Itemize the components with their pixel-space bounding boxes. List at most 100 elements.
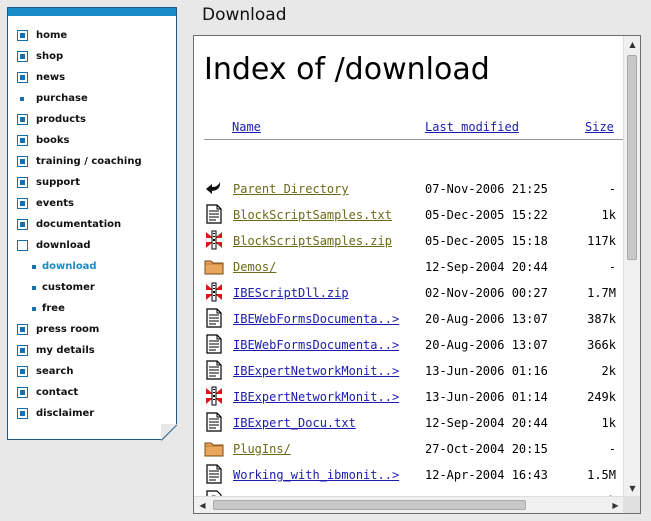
- bullet-box-icon: [17, 408, 28, 419]
- file-link[interactable]: IBEWebFormsDocumenta..>: [233, 312, 399, 326]
- nav-item-press-room[interactable]: press room: [17, 319, 142, 340]
- nav-item-label: press room: [36, 324, 100, 335]
- nav-item-label: products: [36, 114, 86, 125]
- nav-item-label: documentation: [36, 219, 122, 230]
- archive-icon: [204, 386, 224, 406]
- file-link[interactable]: BlockScriptSamples.zip: [233, 234, 392, 248]
- table-row: BlockScriptSamples.txt 05-Dec-2005 15:22 1…: [194, 201, 624, 227]
- text-file-icon: [204, 204, 224, 224]
- file-size: 366k: [587, 338, 616, 352]
- file-link[interactable]: Parent Directory: [233, 182, 349, 196]
- nav-item-free-sub[interactable]: free: [17, 298, 142, 319]
- file-date: 07-Nov-2006 21:25: [425, 182, 548, 196]
- nav-item-download-sub[interactable]: download: [17, 256, 142, 277]
- text-file-icon: [204, 360, 224, 380]
- sort-by-name-link[interactable]: Name: [232, 120, 261, 134]
- sort-by-size-link[interactable]: Size: [585, 120, 614, 134]
- file-link[interactable]: IBEWebFormsDocumenta..>: [233, 338, 399, 352]
- nav-item-label: disclaimer: [36, 408, 95, 419]
- nav-item-customer-sub[interactable]: customer: [17, 277, 142, 298]
- file-link[interactable]: Demos/: [233, 260, 276, 274]
- file-link[interactable]: IBExpert_Docu.txt: [233, 416, 356, 430]
- nav-item-home[interactable]: home: [17, 25, 142, 46]
- nav-item-purchase[interactable]: purchase: [17, 88, 142, 109]
- file-size: -: [608, 442, 616, 456]
- horizontal-scroll-thumb[interactable]: [213, 500, 526, 510]
- nav-item-my-details[interactable]: my details: [17, 340, 142, 361]
- scroll-up-arrow-icon[interactable]: ▲: [624, 36, 640, 53]
- file-date: 05-Dec-2005 15:18: [425, 234, 548, 248]
- nav-item-documentation[interactable]: documentation: [17, 214, 142, 235]
- archive-icon: [204, 282, 224, 302]
- scroll-right-arrow-icon[interactable]: ▶: [607, 497, 624, 513]
- nav-item-label: support: [36, 177, 80, 188]
- bullet-box-icon: [17, 198, 28, 209]
- text-file-icon: [204, 464, 224, 484]
- table-row: IBExpertNetworkMonit..> 13-Jun-2006 01:16…: [194, 357, 624, 383]
- file-link[interactable]: IBExpertNetworkMonit..>: [233, 390, 399, 404]
- file-size: 1.5M: [587, 468, 616, 482]
- scrollbar-corner: [623, 496, 640, 513]
- file-size: 2k: [601, 364, 616, 378]
- file-link[interactable]: Working_with_ibmonit..>: [233, 468, 399, 482]
- bullet-box-icon: [17, 135, 28, 146]
- file-size: -: [608, 182, 616, 196]
- bullet-dot-icon: [32, 285, 36, 290]
- file-date: 13-Jun-2006 01:14: [425, 390, 548, 404]
- archive-icon: [204, 230, 224, 250]
- file-link[interactable]: IBEScriptDll.zip: [233, 286, 349, 300]
- file-size: 1.7M: [587, 286, 616, 300]
- nav-item-support[interactable]: support: [17, 172, 142, 193]
- text-file-icon: [204, 412, 224, 432]
- nav-item-shop[interactable]: shop: [17, 46, 142, 67]
- folder-icon: [204, 438, 224, 458]
- nav-item-training-coaching[interactable]: training / coaching: [17, 151, 142, 172]
- bullet-box-icon: [17, 219, 28, 230]
- nav-item-label: search: [36, 366, 74, 377]
- file-size: 117k: [587, 234, 616, 248]
- nav-item-label: home: [36, 30, 68, 41]
- bullet-box-icon: [17, 30, 28, 41]
- nav-item-search[interactable]: search: [17, 361, 142, 382]
- nav-item-contact[interactable]: contact: [17, 382, 142, 403]
- table-row: Working_with_ibmonit..> 12-Apr-2004 16:43…: [194, 461, 624, 487]
- file-link[interactable]: PlugIns/: [233, 442, 291, 456]
- vertical-scroll-thumb[interactable]: [627, 55, 637, 260]
- back-icon: [204, 178, 224, 198]
- nav-item-label: customer: [42, 282, 95, 293]
- listing-area: Index of /download Name Last modified Si…: [194, 36, 624, 496]
- nav-item-news[interactable]: news: [17, 67, 142, 88]
- file-size: -: [608, 260, 616, 274]
- vertical-scrollbar[interactable]: ▲ ▼: [623, 36, 640, 497]
- sidebar-corner-cut: [161, 424, 177, 440]
- sort-by-modified-link[interactable]: Last modified: [425, 120, 519, 134]
- table-row: ?customer_area.reg30-Mar-2005 20:231k: [194, 487, 624, 496]
- nav-item-label: free: [42, 303, 65, 314]
- table-row: Demos/12-Sep-2004 20:44 -: [194, 253, 624, 279]
- file-link[interactable]: BlockScriptSamples.txt: [233, 208, 392, 222]
- file-link[interactable]: IBExpertNetworkMonit..>: [233, 364, 399, 378]
- file-size: 387k: [587, 312, 616, 326]
- nav-item-books[interactable]: books: [17, 130, 142, 151]
- text-file-icon: [204, 334, 224, 354]
- scroll-left-arrow-icon[interactable]: ◀: [194, 497, 211, 513]
- file-size: 1k: [601, 208, 616, 222]
- file-date: 27-Oct-2004 20:15: [425, 442, 548, 456]
- bullet-box-icon: [17, 387, 28, 398]
- nav-item-label: download: [36, 240, 91, 251]
- bullet-box-icon: [17, 177, 28, 188]
- horizontal-scrollbar[interactable]: ◀ ▶: [194, 496, 624, 513]
- table-row: IBEScriptDll.zip 02-Nov-2006 00:27 1.7M: [194, 279, 624, 305]
- nav-item-download[interactable]: download: [17, 235, 142, 256]
- nav-item-products[interactable]: products: [17, 109, 142, 130]
- file-date: 20-Aug-2006 13:07: [425, 338, 548, 352]
- bullet-box-icon: [17, 114, 28, 125]
- folder-icon: [204, 256, 224, 276]
- nav-item-label: news: [36, 72, 66, 83]
- nav-item-disclaimer[interactable]: disclaimer: [17, 403, 142, 424]
- bullet-dot-icon: [32, 306, 36, 311]
- directory-listing-frame: Index of /download Name Last modified Si…: [193, 35, 641, 514]
- nav-menu: home shop news purchase products books trainin…: [17, 25, 142, 424]
- nav-item-events[interactable]: events: [17, 193, 142, 214]
- scroll-down-arrow-icon[interactable]: ▼: [624, 480, 640, 497]
